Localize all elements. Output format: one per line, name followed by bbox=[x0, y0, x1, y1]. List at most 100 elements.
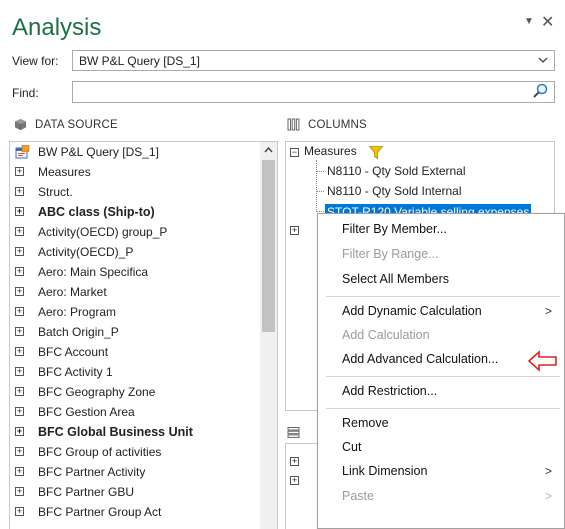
data-source-item-label: Activity(OECD) group_P bbox=[38, 225, 168, 239]
view-for-dropdown[interactable]: BW P&L Query [DS_1] bbox=[72, 50, 555, 71]
expand-icon[interactable]: + bbox=[290, 476, 299, 485]
data-source-item[interactable]: + BFC Geography Zone bbox=[10, 382, 260, 402]
data-source-item-label: Struct. bbox=[38, 185, 73, 199]
data-source-item[interactable]: + BFC Group of activities bbox=[10, 442, 260, 462]
expand-icon[interactable]: + bbox=[290, 457, 299, 466]
data-source-item[interactable]: + BFC Partner Activity bbox=[10, 462, 260, 482]
measures-collapse-icon[interactable]: − bbox=[290, 148, 299, 157]
filter-funnel-icon bbox=[369, 146, 383, 159]
query-icon bbox=[15, 145, 30, 159]
data-source-root[interactable]: BW P&L Query [DS_1] bbox=[10, 142, 260, 162]
data-source-item-label: BFC Global Business Unit bbox=[38, 425, 193, 439]
view-for-label: View for: bbox=[12, 54, 59, 68]
context-menu-item: Paste bbox=[342, 489, 374, 503]
data-source-item[interactable]: + Batch Origin_P bbox=[10, 322, 260, 342]
data-source-item[interactable]: + BFC Activity 1 bbox=[10, 362, 260, 382]
context-menu-item[interactable]: Add Restriction... bbox=[342, 384, 437, 398]
data-source-item[interactable]: + Aero: Program bbox=[10, 302, 260, 322]
data-source-item[interactable]: + ABC class (Ship-to) bbox=[10, 202, 260, 222]
data-source-header: DATA SOURCE bbox=[14, 118, 118, 131]
view-for-value: BW P&L Query [DS_1] bbox=[79, 54, 200, 68]
context-menu-item[interactable]: Remove bbox=[342, 416, 389, 430]
chevron-down-icon bbox=[538, 53, 548, 70]
panel-title: Analysis bbox=[12, 14, 102, 41]
expand-icon[interactable]: + bbox=[15, 167, 24, 176]
context-menu-item[interactable]: Filter By Member... bbox=[342, 222, 447, 236]
expand-icon[interactable]: + bbox=[15, 187, 24, 196]
tree-guide-line bbox=[316, 160, 317, 212]
find-input[interactable] bbox=[72, 81, 555, 103]
expand-icon[interactable]: + bbox=[15, 407, 24, 416]
expand-icon[interactable]: + bbox=[15, 287, 24, 296]
data-source-item-label: Aero: Program bbox=[38, 305, 117, 319]
context-menu-item[interactable]: Link Dimension bbox=[342, 464, 427, 478]
expand-icon[interactable]: + bbox=[290, 226, 299, 235]
scroll-thumb[interactable] bbox=[262, 160, 275, 332]
context-menu-item[interactable]: Select All Members bbox=[342, 272, 449, 286]
data-source-item[interactable]: + BFC Partner GBU bbox=[10, 482, 260, 502]
data-source-item-label: BFC Geography Zone bbox=[38, 385, 156, 399]
data-source-item-label: Batch Origin_P bbox=[38, 325, 119, 339]
columns-measures-node[interactable]: Measures bbox=[304, 144, 357, 158]
data-source-item-label: Aero: Market bbox=[38, 285, 107, 299]
data-source-item-label: BFC Account bbox=[38, 345, 109, 359]
submenu-arrow-icon: > bbox=[544, 304, 552, 318]
data-source-item-label: BFC Partner GBU bbox=[38, 485, 135, 499]
data-source-item-label: Aero: Main Specifica bbox=[38, 265, 149, 279]
context-menu-item[interactable]: Add Advanced Calculation... bbox=[342, 352, 498, 366]
data-source-item-label: BFC Partner Activity bbox=[38, 465, 146, 479]
expand-icon[interactable]: + bbox=[15, 267, 24, 276]
expand-icon[interactable]: + bbox=[15, 427, 24, 436]
tree-guide-line bbox=[316, 191, 324, 192]
context-menu-item: Add Calculation bbox=[342, 328, 430, 342]
menu-separator bbox=[326, 296, 560, 297]
expand-icon[interactable]: + bbox=[15, 487, 24, 496]
data-source-item[interactable]: + Activity(OECD) group_P bbox=[10, 222, 260, 242]
expand-icon[interactable]: + bbox=[15, 207, 24, 216]
data-source-item[interactable]: + BFC Global Business Unit bbox=[10, 422, 260, 442]
tree-guide-line bbox=[316, 211, 324, 212]
expand-icon[interactable]: + bbox=[15, 347, 24, 356]
search-icon[interactable] bbox=[532, 83, 548, 99]
expand-icon[interactable]: + bbox=[15, 387, 24, 396]
context-menu-item[interactable]: Add Dynamic Calculation bbox=[342, 304, 482, 318]
expand-icon[interactable]: + bbox=[15, 507, 24, 516]
data-source-item-label: BFC Partner Group Act bbox=[38, 505, 162, 519]
expand-icon[interactable]: + bbox=[15, 247, 24, 256]
context-menu-item: Filter By Range... bbox=[342, 247, 439, 261]
data-source-panel[interactable]: BW P&L Query [DS_1] + Measures + Struct. + AB… bbox=[9, 141, 278, 529]
rows-header bbox=[287, 427, 300, 441]
cube-icon bbox=[15, 119, 26, 130]
columns-icon bbox=[287, 118, 300, 131]
expand-icon[interactable]: + bbox=[15, 307, 24, 316]
column-measure-item[interactable]: N8110 - Qty Sold Internal bbox=[327, 184, 462, 198]
close-icon[interactable]: ✕ bbox=[541, 12, 554, 32]
data-source-item-label: BFC Gestion Area bbox=[38, 405, 135, 419]
expand-icon[interactable]: + bbox=[15, 327, 24, 336]
annotation-arrow-icon bbox=[528, 350, 557, 372]
menu-separator bbox=[326, 376, 560, 377]
data-source-item-label: ABC class (Ship-to) bbox=[38, 205, 155, 219]
data-source-item[interactable]: + BFC Partner Group Act bbox=[10, 502, 260, 522]
column-measure-item[interactable]: N8110 - Qty Sold External bbox=[327, 164, 466, 178]
data-source-item[interactable]: + Struct. bbox=[10, 182, 260, 202]
pane-options-icon[interactable]: ▼ bbox=[524, 16, 534, 27]
data-source-item[interactable]: + BFC Gestion Area bbox=[10, 402, 260, 422]
data-source-item[interactable]: + BFC Account bbox=[10, 342, 260, 362]
data-source-item[interactable]: + Activity(OECD)_P bbox=[10, 242, 260, 262]
expand-icon[interactable]: + bbox=[15, 227, 24, 236]
data-source-item-label: BFC Group of activities bbox=[38, 445, 162, 459]
find-label: Find: bbox=[12, 86, 39, 100]
data-source-item[interactable]: + Measures bbox=[10, 162, 260, 182]
data-source-item[interactable]: + Aero: Market bbox=[10, 282, 260, 302]
columns-title: COLUMNS bbox=[308, 118, 367, 131]
data-source-scrollbar[interactable] bbox=[260, 142, 277, 529]
data-source-item-label: Activity(OECD)_P bbox=[38, 245, 134, 259]
expand-icon[interactable]: + bbox=[15, 467, 24, 476]
context-menu-item[interactable]: Cut bbox=[342, 440, 361, 454]
expand-icon[interactable]: + bbox=[15, 367, 24, 376]
data-source-item[interactable]: + Aero: Main Specifica bbox=[10, 262, 260, 282]
data-source-item-label: BFC Activity 1 bbox=[38, 365, 113, 379]
expand-icon[interactable]: + bbox=[15, 447, 24, 456]
scroll-up-icon[interactable] bbox=[260, 142, 277, 159]
